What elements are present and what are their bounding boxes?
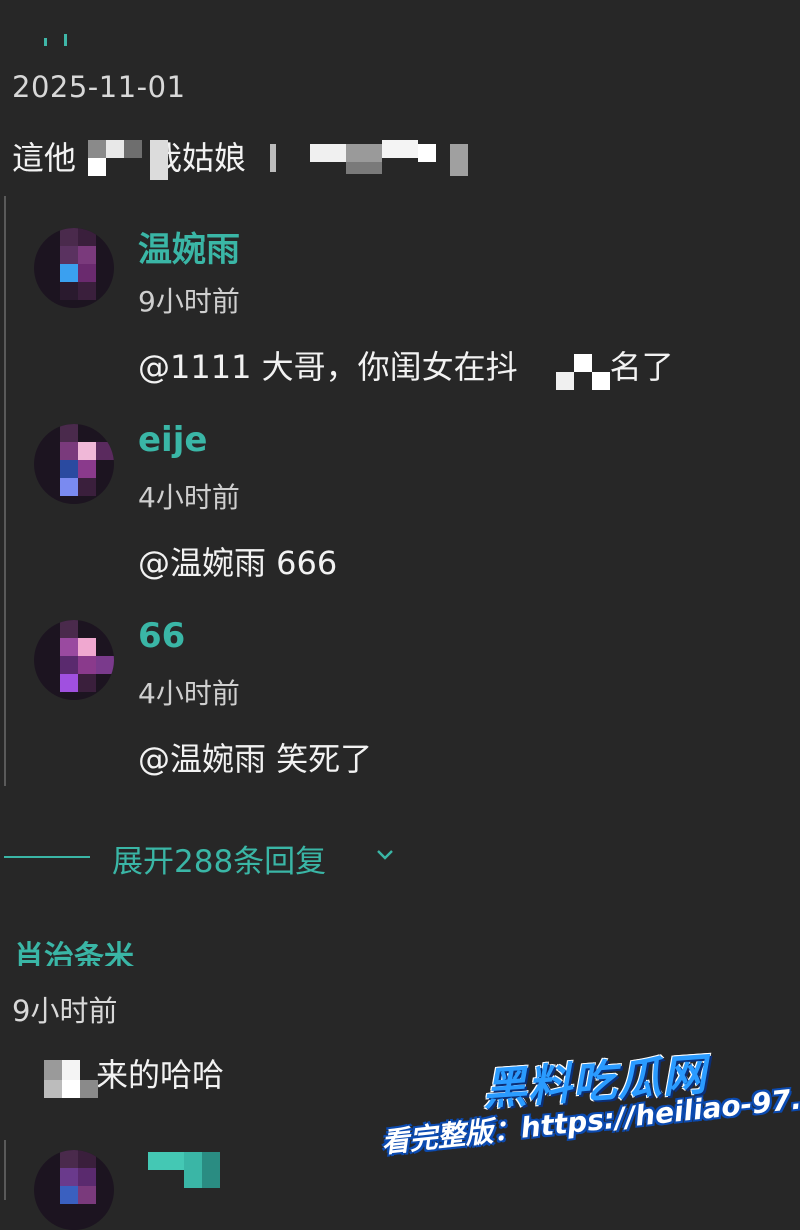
avatar[interactable] [34, 228, 114, 308]
reply-username[interactable]: 温婉雨 [138, 222, 240, 271]
top-partial-mark [44, 34, 74, 46]
reply-time: 4小时前 [138, 677, 240, 710]
comment-text-body: 来的哈哈 [96, 1056, 225, 1094]
reply-time: 4小时前 [138, 481, 240, 514]
expand-replies-button[interactable]: 展开288条回复 [112, 836, 326, 881]
censor-mosaic-1 [88, 140, 168, 180]
avatar[interactable] [34, 424, 114, 504]
reply-text: @温婉雨 笑死了 [138, 740, 373, 778]
comment-username[interactable]: 肖治条米 [14, 936, 134, 966]
avatar[interactable] [34, 620, 114, 700]
comment-time: 9小时前 [12, 994, 118, 1028]
comment-text-prefix: 這他 [12, 139, 77, 177]
reply-text-b: 名了 [609, 348, 674, 386]
reply-time: 9小时前 [138, 285, 240, 318]
comment-date: 2025-11-01 [12, 70, 186, 104]
reply-text: @温婉雨 666 [138, 544, 338, 582]
censor-mosaic-username [148, 1152, 220, 1188]
expand-divider [4, 856, 90, 858]
reply-username[interactable]: eije [138, 420, 207, 460]
censor-mosaic-4 [44, 1060, 100, 1100]
reply-text-a: @1111 大哥，你闺女在抖 [138, 348, 518, 386]
avatar[interactable] [34, 1150, 114, 1230]
thread-line [4, 196, 6, 786]
reply-username[interactable]: 66 [138, 616, 185, 656]
censor-mosaic-3 [556, 354, 612, 390]
censor-mosaic-2 [270, 140, 470, 176]
thread-line [4, 1140, 6, 1200]
chevron-down-icon[interactable] [376, 846, 394, 864]
